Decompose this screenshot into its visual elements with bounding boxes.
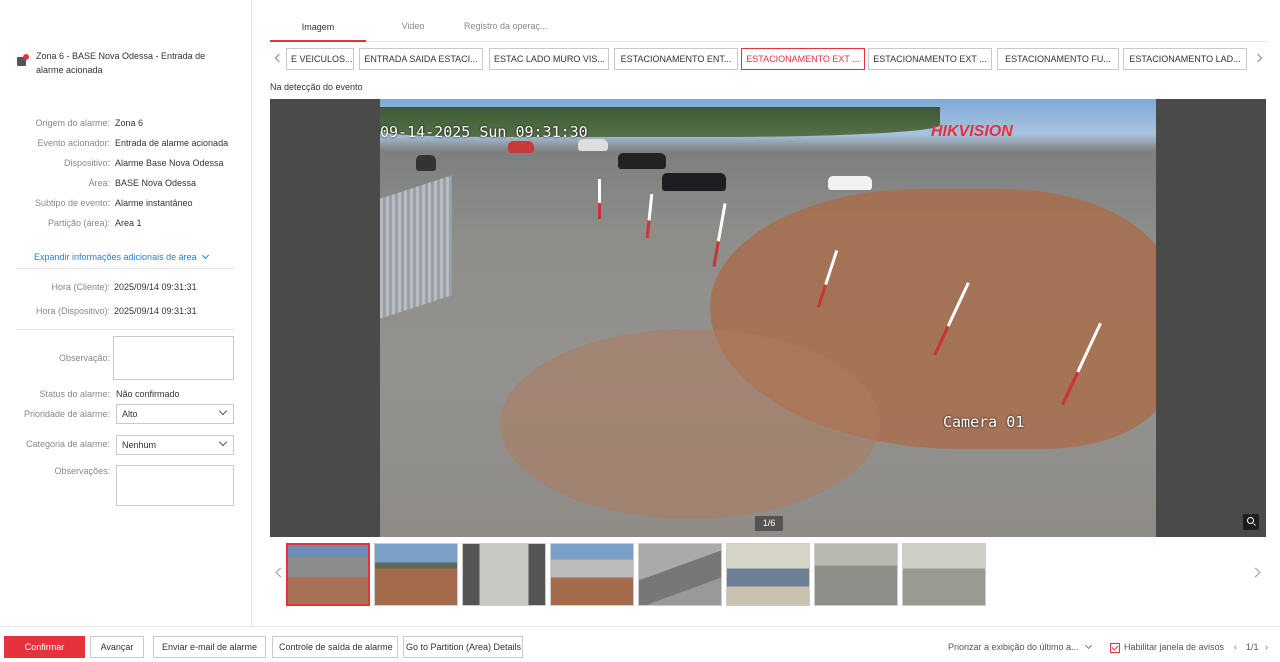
media-tabs: Imagem Video Registro da operaç... bbox=[270, 18, 1268, 42]
detail-row: Evento acionador: Entrada de alarme acion… bbox=[37, 138, 229, 148]
zoom-icon[interactable] bbox=[1243, 514, 1259, 530]
camera-tab-active[interactable]: ESTACIONAMENTO EXT ... bbox=[741, 48, 865, 70]
thumbnail-strip bbox=[270, 543, 1268, 607]
priority-select[interactable]: Alto bbox=[116, 404, 234, 424]
status-row: Status do alarme: Não confirmado bbox=[39, 389, 180, 399]
alarm-title: Zona 6 - BASE Nova Odessa - Entrada de a… bbox=[17, 49, 217, 77]
alarm-title-text: Zona 6 - BASE Nova Odessa - Entrada de a… bbox=[36, 51, 206, 75]
image-counter: 1/6 bbox=[755, 516, 783, 531]
car bbox=[416, 155, 436, 171]
chevron-down-icon bbox=[1085, 641, 1093, 650]
camera-tab[interactable]: E VEICULOS... bbox=[286, 48, 354, 70]
detection-label: Na detecção do evento bbox=[270, 82, 363, 92]
camera-tab[interactable]: ESTACIONAMENTO FU... bbox=[997, 48, 1119, 70]
thumbnail[interactable] bbox=[374, 543, 458, 606]
enable-popup-label: Habilitar janela de avisos bbox=[1124, 642, 1225, 652]
chevron-down-icon bbox=[218, 406, 228, 416]
divider bbox=[16, 268, 234, 269]
chevron-down-icon bbox=[218, 437, 228, 447]
detail-row: Subtipo de evento: Alarme instantâneo bbox=[34, 198, 193, 208]
thumbnail-next-arrow[interactable] bbox=[1250, 567, 1262, 579]
category-label: Categoria de alarme: bbox=[25, 439, 110, 449]
tab-registro[interactable]: Registro da operaç... bbox=[464, 21, 548, 41]
observacoes-label: Observações: bbox=[54, 466, 110, 476]
time-row: Hora (Dispositivo): 2025/09/14 09:31:31 bbox=[35, 306, 197, 316]
camera-tab[interactable]: ENTRADA SAIDA ESTACI... bbox=[359, 48, 483, 70]
priority-display-select[interactable]: Priorizar a exibição do último a... bbox=[948, 641, 1093, 652]
tab-video[interactable]: Video bbox=[388, 21, 438, 41]
osd-camera-name: Camera 01 bbox=[943, 413, 1025, 431]
detail-row: Partição (área): Area 1 bbox=[47, 218, 142, 228]
expand-area-info-link[interactable]: Expandir informações adicionais de área bbox=[34, 251, 210, 262]
thumbnail[interactable] bbox=[462, 543, 546, 606]
exit-control-button[interactable]: Controle de saída de alarme bbox=[272, 636, 398, 658]
page-indicator: 1/1 bbox=[1246, 642, 1259, 652]
camera-selector: E VEICULOS... ENTRADA SAIDA ESTACI... ES… bbox=[270, 48, 1268, 70]
camera-next-arrow[interactable] bbox=[1253, 52, 1265, 66]
observacao-label: Observação: bbox=[58, 353, 110, 363]
chevron-down-icon bbox=[202, 251, 210, 260]
thumbnail[interactable] bbox=[550, 543, 634, 606]
camera-tab[interactable]: ESTAC LADO MURO VIS... bbox=[489, 48, 609, 70]
car bbox=[508, 141, 534, 153]
camera-tab[interactable]: ESTACIONAMENTO ENT... bbox=[614, 48, 738, 70]
time-row: Hora (Cliente): 2025/09/14 09:31:31 bbox=[51, 282, 197, 292]
car bbox=[662, 173, 726, 191]
detail-row: Área: BASE Nova Odessa bbox=[88, 178, 197, 188]
observacoes-field[interactable] bbox=[116, 465, 234, 506]
camera-prev-arrow[interactable] bbox=[272, 52, 284, 66]
camera-tab[interactable]: ESTACIONAMENTO EXT ... bbox=[868, 48, 992, 70]
osd-brand-logo: HIKVISION bbox=[931, 123, 1013, 140]
detail-row: Origem do alarme: Zona 6 bbox=[35, 118, 144, 128]
camera-tab[interactable]: ESTACIONAMENTO LAD... bbox=[1123, 48, 1247, 70]
alarm-icon bbox=[17, 54, 29, 66]
page-prev-icon[interactable]: ‹ bbox=[1234, 642, 1237, 652]
page-next-icon[interactable]: › bbox=[1265, 642, 1268, 652]
camera-snapshot bbox=[380, 99, 1156, 537]
advance-button[interactable]: Avançar bbox=[90, 636, 144, 658]
confirm-button[interactable]: Confirmar bbox=[4, 636, 85, 658]
detail-row: Dispositivo: Alarme Base Nova Odessa bbox=[63, 158, 224, 168]
alarm-details-panel: Zona 6 - BASE Nova Odessa - Entrada de a… bbox=[0, 0, 252, 626]
priority-label: Prioridade de alarme: bbox=[23, 409, 110, 419]
thumbnail[interactable] bbox=[726, 543, 810, 606]
car bbox=[828, 176, 872, 190]
enable-popup-checkbox[interactable] bbox=[1110, 643, 1120, 653]
thumbnail[interactable] bbox=[286, 543, 370, 606]
thumbnail[interactable] bbox=[814, 543, 898, 606]
tab-imagem[interactable]: Imagem bbox=[270, 22, 366, 42]
status-value: Não confirmado bbox=[116, 389, 180, 399]
category-select[interactable]: Nenhum bbox=[116, 435, 234, 455]
partition-details-button[interactable]: Go to Partition (Area) Details bbox=[403, 636, 523, 658]
image-viewer[interactable]: 09-14-2025 Sun 09:31:30 HIKVISION Camera… bbox=[270, 99, 1266, 537]
thumbnail[interactable] bbox=[638, 543, 722, 606]
thumbnail[interactable] bbox=[902, 543, 986, 606]
observacao-field[interactable] bbox=[113, 336, 234, 380]
osd-timestamp: 09-14-2025 Sun 09:31:30 bbox=[380, 123, 588, 141]
footer-bar: Confirmar Avançar Enviar e-mail de alarm… bbox=[0, 626, 1280, 662]
send-email-button[interactable]: Enviar e-mail de alarme bbox=[153, 636, 266, 658]
car bbox=[618, 153, 666, 169]
divider bbox=[16, 329, 234, 330]
thumbnail-prev-arrow[interactable] bbox=[274, 567, 286, 579]
